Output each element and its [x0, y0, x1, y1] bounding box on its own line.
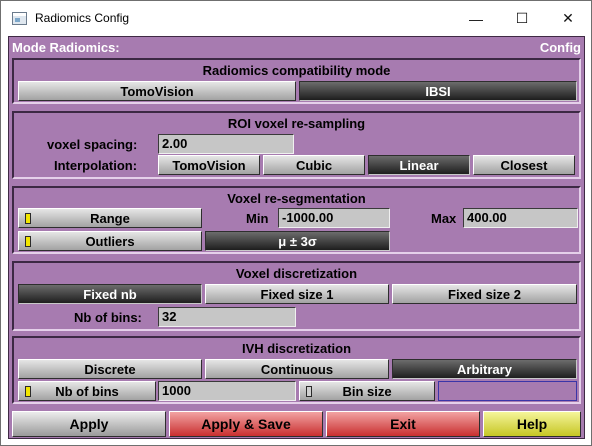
range-toggle-label: Range [90, 210, 130, 226]
mode-tomovision-button[interactable]: TomoVision [18, 81, 296, 101]
ivh-nb-of-bins-field[interactable]: 1000 [158, 381, 296, 401]
voxel-spacing-label: voxel spacing: [47, 137, 138, 152]
resegmentation-title: Voxel re-segmentation [227, 191, 366, 206]
ivh-bin-size-toggle[interactable]: Bin size [299, 381, 435, 401]
apply-button[interactable]: Apply [12, 411, 166, 437]
apply-save-button[interactable]: Apply & Save [169, 411, 323, 437]
window-title: Radiomics Config [35, 11, 130, 25]
help-button[interactable]: Help [483, 411, 581, 437]
nb-of-bins-label: Nb of bins: [74, 310, 142, 325]
max-label: Max [431, 211, 457, 226]
interpolation-label: Interpolation: [54, 158, 138, 173]
ivh-nb-bins-label: Nb of bins [55, 383, 119, 399]
ivh-discretization-title: IVH discretization [241, 341, 352, 356]
outliers-toggle-label: Outliers [85, 233, 135, 249]
min-label: Min [246, 211, 269, 226]
config-client-area: Mode Radiomics: Config Radiomics compati… [8, 36, 585, 439]
mode-label: Mode Radiomics: [12, 40, 120, 55]
interp-closest-button[interactable]: Closest [473, 155, 575, 175]
ivh-arbitrary-button[interactable]: Arbitrary [392, 359, 577, 379]
fixed-size-1-button[interactable]: Fixed size 1 [205, 284, 389, 304]
interp-tomovision-button[interactable]: TomoVision [158, 155, 260, 175]
minimize-button[interactable]: — [453, 1, 499, 36]
close-button[interactable]: ✕ [545, 1, 591, 36]
compatibility-panel: Radiomics compatibility mode TomoVision … [12, 58, 581, 104]
fixed-size-2-button[interactable]: Fixed size 2 [392, 284, 577, 304]
compatibility-title: Radiomics compatibility mode [202, 63, 391, 78]
discretization-title: Voxel discretization [235, 266, 358, 281]
interp-linear-button[interactable]: Linear [368, 155, 470, 175]
ivh-bin-size-field[interactable] [438, 381, 577, 401]
fixed-nb-button[interactable]: Fixed nb [18, 284, 202, 304]
config-label: Config [539, 40, 581, 55]
maximize-button[interactable]: ☐ [499, 1, 545, 36]
roi-resampling-title: ROI voxel re-sampling [227, 116, 366, 131]
ivh-discrete-button[interactable]: Discrete [18, 359, 202, 379]
ivh-bin-size-label: Bin size [342, 383, 392, 399]
interp-cubic-button[interactable]: Cubic [263, 155, 365, 175]
title-bar[interactable]: Radiomics Config — ☐ ✕ [1, 1, 591, 36]
ivh-continuous-button[interactable]: Continuous [205, 359, 389, 379]
nb-of-bins-field[interactable]: 32 [158, 307, 296, 327]
ivh-nb-of-bins-toggle[interactable]: Nb of bins [18, 381, 156, 401]
ivh-nb-bins-indicator-icon [25, 386, 31, 397]
outliers-indicator-icon [25, 236, 31, 247]
min-value-field[interactable]: -1000.00 [278, 208, 390, 228]
exit-button[interactable]: Exit [326, 411, 480, 437]
outliers-toggle-button[interactable]: Outliers [18, 231, 202, 251]
discretization-panel: Voxel discretization Fixed nb Fixed size… [12, 261, 581, 331]
app-icon [12, 12, 27, 25]
roi-resampling-panel: ROI voxel re-sampling voxel spacing: 2.0… [12, 111, 581, 179]
mode-ibsi-button[interactable]: IBSI [299, 81, 577, 101]
sigma-range-button[interactable]: μ ± 3σ [205, 231, 390, 251]
range-indicator-icon [25, 213, 31, 224]
max-value-field[interactable]: 400.00 [463, 208, 578, 228]
ivh-discretization-panel: IVH discretization Discrete Continuous A… [12, 336, 581, 404]
range-toggle-button[interactable]: Range [18, 208, 202, 228]
resegmentation-panel: Voxel re-segmentation Range Min -1000.00… [12, 186, 581, 254]
radiomics-config-window: Radiomics Config — ☐ ✕ Mode Radiomics: C… [0, 0, 592, 446]
ivh-bin-size-indicator-icon [306, 386, 312, 397]
voxel-spacing-field[interactable]: 2.00 [158, 134, 294, 154]
